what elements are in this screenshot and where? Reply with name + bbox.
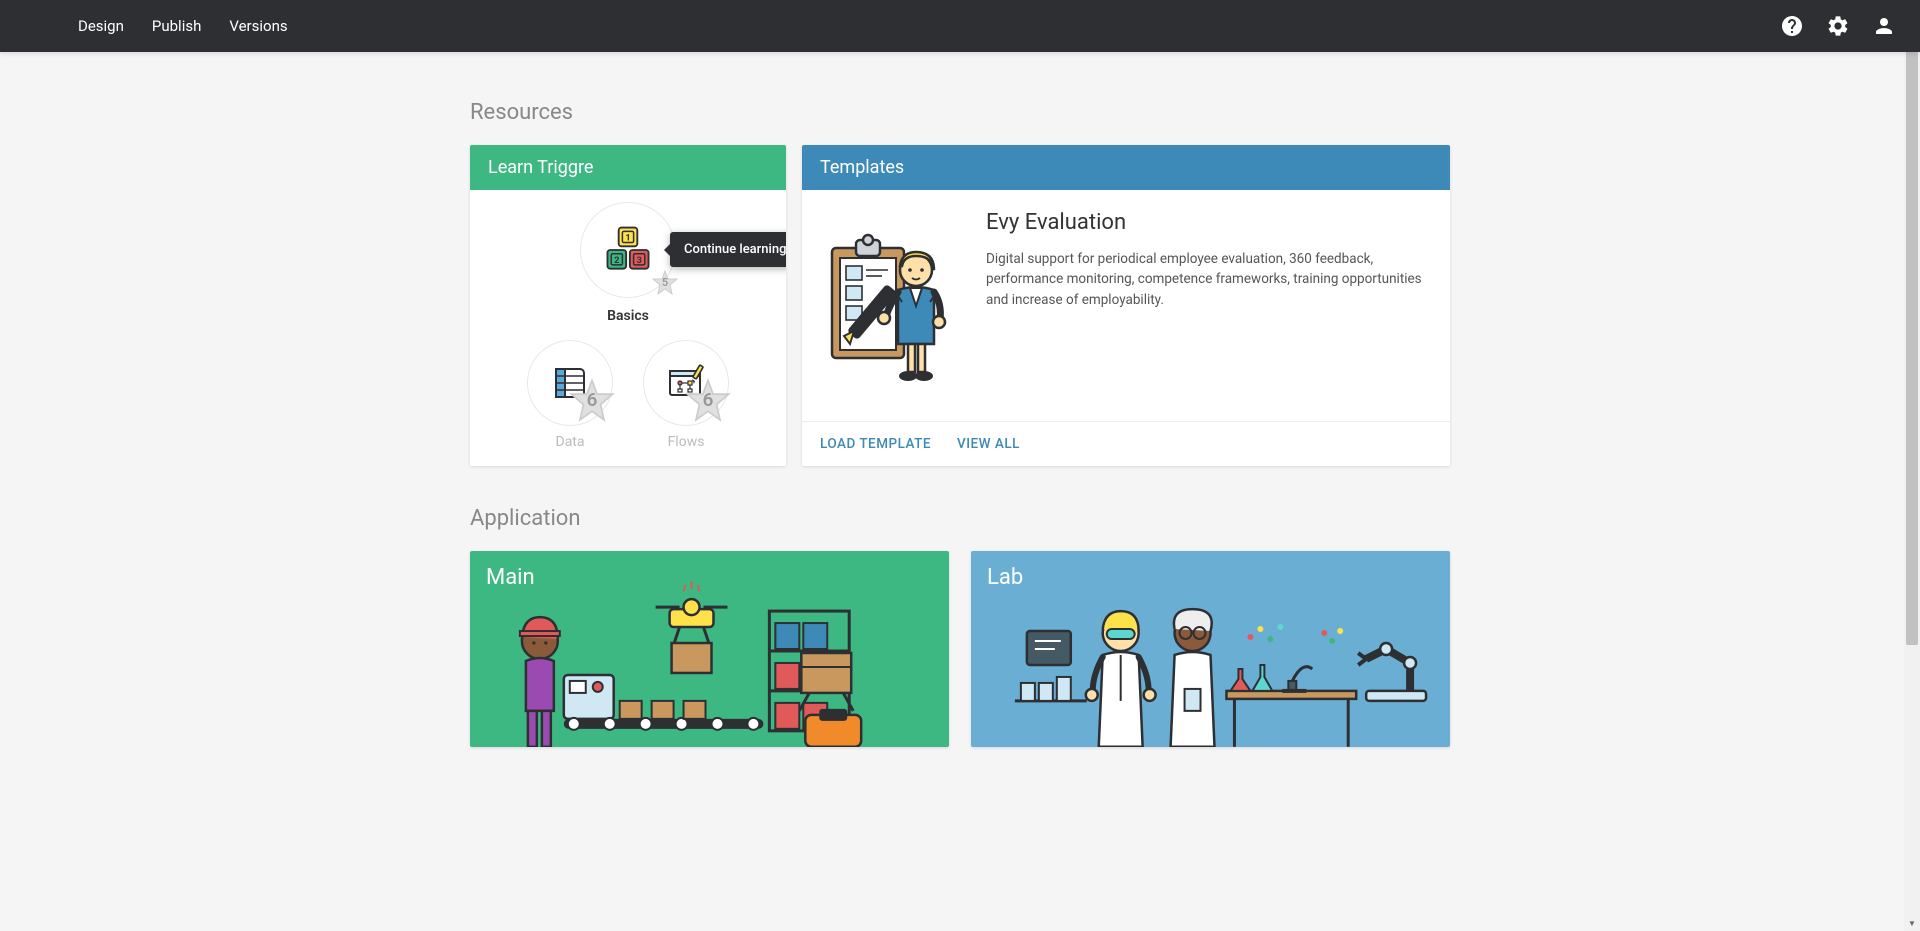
help-icon[interactable] [1780,14,1804,38]
flows-icon: 6 [643,340,729,426]
user-icon[interactable] [1872,14,1896,38]
templates-description: Digital support for periodical employee … [986,249,1430,310]
scroll-down-icon[interactable]: ▼ [1904,915,1920,931]
basics-icon: 1 2 3 5 [580,202,676,298]
app-card-lab[interactable]: Lab [971,551,1450,747]
svg-text:3: 3 [637,255,642,266]
templates-footer: LOAD TEMPLATE VIEW ALL [802,421,1450,466]
data-star-badge: 6 [568,377,616,429]
svg-text:1: 1 [625,233,630,244]
basics-badge-value: 5 [662,276,668,289]
app-main-illustration [470,551,949,747]
top-nav-left: Design Publish Versions [24,17,288,35]
templates-illustration [822,210,952,401]
data-label: Data [556,434,585,450]
nav-design[interactable]: Design [78,17,124,35]
app-main-title: Main [486,565,535,590]
svg-text:2: 2 [614,255,619,266]
page-scrollbar[interactable]: ▲ ▼ [1904,0,1920,931]
templates-card: Templates [802,145,1450,466]
top-nav-right [1780,14,1896,38]
templates-text: Evy Evaluation Digital support for perio… [986,210,1430,401]
basics-label: Basics [607,308,649,324]
svg-text:6: 6 [703,389,714,411]
learn-card[interactable]: Learn Triggre Continue learning where yo… [470,145,786,466]
application-row: Main [470,551,1450,747]
app-card-main[interactable]: Main [470,551,949,747]
learn-card-body[interactable]: Continue learning where you left off 1 2 [470,190,786,466]
templates-body: Evy Evaluation Digital support for perio… [802,190,1450,421]
nav-versions[interactable]: Versions [229,17,287,35]
templates-card-header: Templates [802,145,1450,190]
learn-topic-data[interactable]: 6 Data [527,340,613,450]
learn-tooltip: Continue learning where you left off [670,232,786,267]
gear-icon[interactable] [1826,14,1850,38]
scrollbar-track[interactable] [1904,16,1920,915]
svg-text:6: 6 [587,389,598,411]
resources-heading: Resources [470,100,1450,125]
top-nav: Design Publish Versions [0,0,1920,52]
learn-topic-flows[interactable]: 6 Flows [643,340,729,450]
templates-title: Evy Evaluation [986,210,1430,235]
data-icon: 6 [527,340,613,426]
app-lab-title: Lab [987,565,1023,590]
learn-card-header: Learn Triggre [470,145,786,190]
load-template-button[interactable]: LOAD TEMPLATE [820,436,931,452]
learn-small-row: 6 Data [470,340,786,450]
application-heading: Application [470,506,1450,531]
main-container: Resources Learn Triggre Continue learnin… [470,52,1450,747]
app-lab-illustration [971,551,1450,747]
flows-label: Flows [668,434,705,450]
scrollbar-thumb[interactable] [1906,16,1918,645]
nav-publish[interactable]: Publish [152,17,201,35]
basics-star-badge: 5 [651,269,679,301]
view-all-button[interactable]: VIEW ALL [957,436,1020,452]
resources-row: Learn Triggre Continue learning where yo… [470,145,1450,466]
flows-star-badge: 6 [684,377,732,429]
